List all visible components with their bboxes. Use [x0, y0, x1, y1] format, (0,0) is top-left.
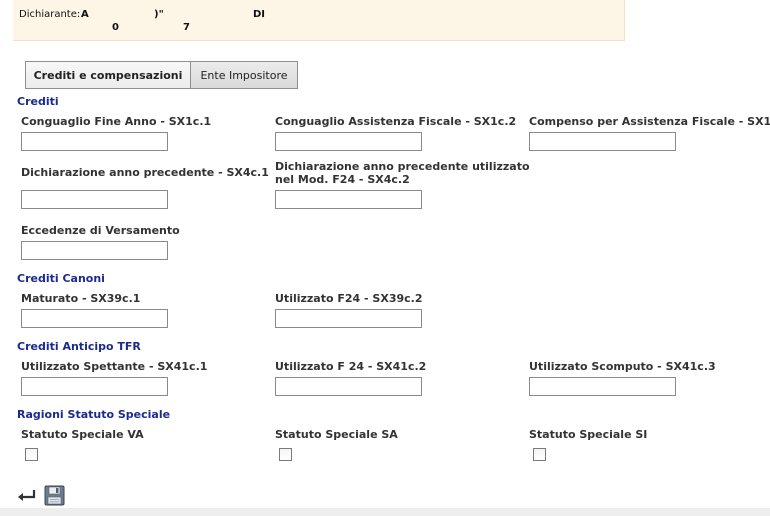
- input-eccedenze-versamento[interactable]: [21, 241, 168, 260]
- input-utilizzato-spettante[interactable]: [21, 377, 168, 396]
- label-compenso-assistenza-fiscale: Compenso per Assistenza Fiscale - SX1c.3: [529, 115, 770, 128]
- input-utilizzato-f24-canoni[interactable]: [275, 309, 422, 328]
- label-dichiarazione-utilizzato-f24: Dichiarazione anno precedente utilizzato…: [275, 160, 530, 186]
- taxpayer-label: Dichiarante:: [19, 9, 81, 20]
- taxpayer-city: DI: [253, 9, 266, 20]
- floppy-disk-icon[interactable]: [44, 485, 65, 506]
- label-utilizzato-scomputo: Utilizzato Scomputo - SX41c.3: [529, 360, 716, 373]
- label-conguaglio-fine-anno: Conguaglio Fine Anno - SX1c.1: [21, 115, 212, 128]
- taxpayer-name-fragment: )": [154, 9, 164, 20]
- label-utilizzato-spettante: Utilizzato Spettante - SX41c.1: [21, 360, 208, 373]
- return-arrow-icon[interactable]: [15, 488, 37, 504]
- input-dichiarazione-anno-precedente[interactable]: [21, 190, 168, 209]
- section-title-crediti: Crediti: [17, 95, 59, 108]
- input-utilizzato-scomputo[interactable]: [529, 377, 676, 396]
- section-title-crediti-canoni: Crediti Canoni: [17, 272, 105, 285]
- input-conguaglio-assistenza-fiscale[interactable]: [275, 132, 422, 151]
- checkbox-statuto-speciale-va[interactable]: [25, 448, 38, 461]
- label-utilizzato-f-24: Utilizzato F 24 - SX41c.2: [275, 360, 427, 373]
- tab-crediti-compensazioni[interactable]: Crediti e compensazioni: [25, 61, 191, 89]
- input-compenso-assistenza-fiscale[interactable]: [529, 132, 676, 151]
- taxpayer-code-part1: 0: [112, 22, 119, 33]
- taxpayer-code-part2: 7: [183, 22, 190, 33]
- section-title-crediti-tfr: Crediti Anticipo TFR: [17, 340, 141, 353]
- tab-ente-impositore[interactable]: Ente Impositore: [190, 61, 298, 89]
- bottom-bar: [0, 508, 770, 516]
- taxpayer-header: Dichiarante: A )" DI 0 7: [13, 0, 625, 41]
- checkbox-statuto-speciale-sa[interactable]: [279, 448, 292, 461]
- section-title-ragioni-statuto: Ragioni Statuto Speciale: [17, 408, 171, 421]
- input-utilizzato-f-24[interactable]: [275, 377, 422, 396]
- checkbox-statuto-speciale-si[interactable]: [533, 448, 546, 461]
- input-dichiarazione-utilizzato-f24[interactable]: [275, 190, 422, 209]
- label-dichiarazione-anno-precedente: Dichiarazione anno precedente - SX4c.1: [21, 166, 269, 179]
- taxpayer-name-initial: A: [81, 9, 89, 20]
- label-maturato: Maturato - SX39c.1: [21, 292, 141, 305]
- field-mask: [23, 136, 43, 138]
- label-statuto-speciale-va: Statuto Speciale VA: [21, 428, 144, 441]
- label-conguaglio-assistenza-fiscale: Conguaglio Assistenza Fiscale - SX1c.2: [275, 115, 517, 128]
- label-statuto-speciale-sa: Statuto Speciale SA: [275, 428, 398, 441]
- label-utilizzato-f24-canoni: Utilizzato F24 - SX39c.2: [275, 292, 423, 305]
- input-conguaglio-fine-anno[interactable]: [21, 132, 168, 151]
- label-eccedenze-versamento: Eccedenze di Versamento: [21, 224, 180, 237]
- input-maturato[interactable]: [21, 309, 168, 328]
- label-statuto-speciale-si: Statuto Speciale SI: [529, 428, 648, 441]
